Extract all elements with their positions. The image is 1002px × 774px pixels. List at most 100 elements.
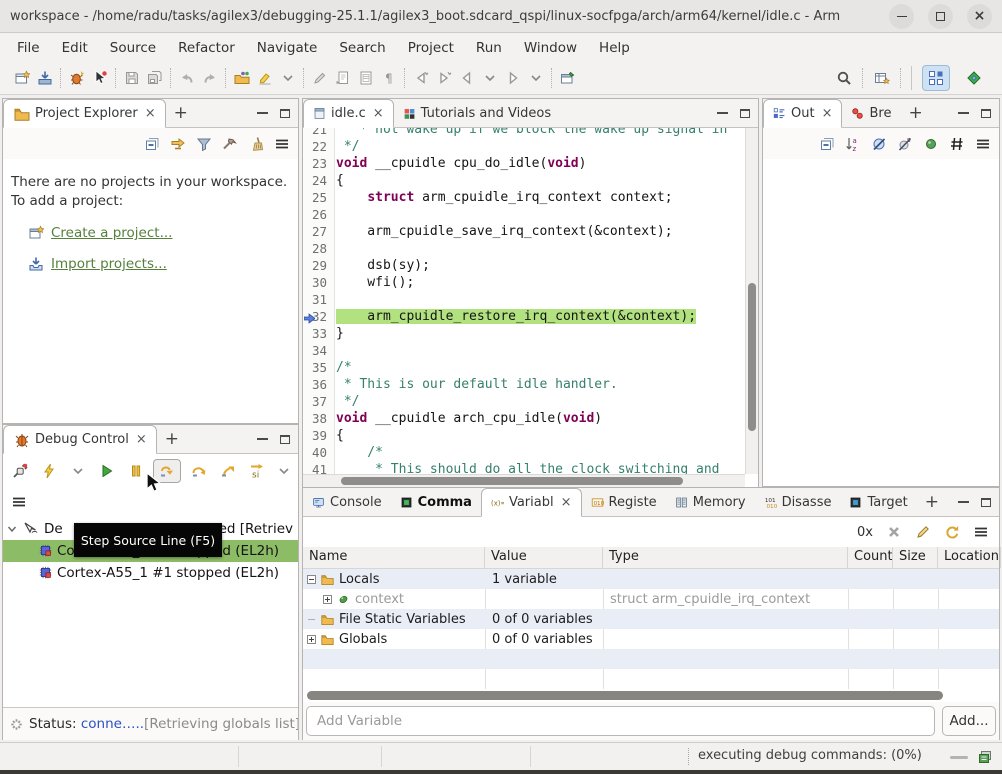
expander-plus-icon[interactable] (307, 634, 316, 644)
column-header-type[interactable]: Type (603, 547, 848, 568)
minimize-view-icon[interactable] (958, 501, 969, 503)
new-view-tab-button[interactable]: + (900, 99, 930, 127)
save-icon[interactable] (123, 70, 140, 87)
background-jobs-icon[interactable] (976, 748, 993, 765)
tab-registe[interactable]: 010 Registe (582, 488, 666, 516)
code-line-38[interactable]: 38 void __cpuidle arch_cpu_idle(void) (303, 410, 745, 427)
code-line-33[interactable]: 33} (303, 325, 745, 342)
menu-refactor[interactable]: Refactor (167, 37, 246, 59)
pilcrow-icon[interactable]: ¶ (380, 70, 397, 87)
code-line-29[interactable]: 29 dsb(sy); (303, 257, 745, 274)
line-number[interactable]: 23 (303, 155, 335, 172)
line-number[interactable]: 28 (303, 240, 335, 257)
column-header-name[interactable]: Name (303, 547, 485, 568)
maximize-window-button[interactable] (928, 3, 953, 29)
flash-button[interactable] (38, 459, 60, 483)
add-variable-input[interactable] (306, 706, 935, 736)
tab-disasse[interactable]: 101 010 Disasse (755, 488, 841, 516)
c-perspective-button[interactable] (960, 65, 988, 91)
edit-pen-icon[interactable] (914, 524, 931, 541)
build-icon[interactable] (221, 135, 238, 152)
tab-project-explorer[interactable]: Project Explorer × (3, 99, 166, 128)
minimize-view-icon[interactable] (717, 112, 728, 114)
mark-occurrences-icon[interactable] (256, 70, 273, 87)
close-window-button[interactable]: × (967, 3, 992, 29)
refresh-icon[interactable] (943, 524, 960, 541)
editor-vertical-scrollbar[interactable] (745, 128, 758, 474)
code-editor[interactable]: 21 * not wake up if we block the wake up… (303, 128, 758, 487)
line-number[interactable]: 32 (303, 308, 335, 325)
column-header-size[interactable]: Size (893, 547, 938, 568)
maximize-view-icon[interactable] (740, 108, 750, 118)
tab-bre[interactable]: Bre (842, 99, 900, 127)
import-icon[interactable] (36, 70, 53, 87)
table-row-locals[interactable]: Locals 1 variable (303, 569, 999, 589)
open-element-icon[interactable] (233, 70, 250, 87)
tab-memory[interactable]: Memory (666, 488, 755, 516)
close-icon[interactable]: × (822, 106, 833, 121)
record-pointer-icon[interactable] (91, 70, 108, 87)
code-line-37[interactable]: 37 */ (303, 393, 745, 410)
hex-format-toggle[interactable]: 0x (857, 525, 873, 540)
menu-project[interactable]: Project (397, 37, 465, 59)
debug-icon[interactable] (68, 70, 85, 87)
back-icon[interactable] (458, 70, 475, 87)
table-row-context[interactable]: context struct arm_cpuidle_irq_context (303, 589, 999, 609)
maximize-view-icon[interactable] (981, 497, 991, 507)
minimize-view-icon[interactable] (958, 112, 969, 114)
expander-minus-icon[interactable] (307, 574, 316, 584)
save-all-icon[interactable] (146, 70, 163, 87)
search-icon[interactable] (835, 70, 852, 87)
open-perspective-icon[interactable] (873, 70, 890, 87)
hide-static-icon[interactable]: s (896, 135, 913, 152)
minimize-window-button[interactable] (889, 3, 914, 29)
hash-icon[interactable] (948, 135, 965, 152)
line-number[interactable]: 22 (303, 138, 335, 155)
link-with-editor-icon[interactable] (169, 135, 186, 152)
delete-icon[interactable] (885, 524, 902, 541)
tab-idle-c[interactable]: idle.c × (303, 99, 394, 128)
line-number[interactable]: 34 (303, 342, 335, 359)
view-menu-icon[interactable] (972, 524, 989, 541)
step-out-button[interactable] (217, 459, 239, 483)
close-icon[interactable]: × (373, 106, 384, 121)
menu-search[interactable]: Search (328, 37, 396, 59)
menu-source[interactable]: Source (99, 37, 167, 59)
column-header-location[interactable]: Location (938, 547, 1001, 568)
line-number[interactable]: 24 (303, 172, 335, 189)
code-line-27[interactable]: 27 arm_cpuidle_save_irq_context(&context… (303, 223, 745, 240)
code-line-39[interactable]: 39{ (303, 427, 745, 444)
forward-icon[interactable] (504, 70, 521, 87)
code-line-23[interactable]: 23 void __cpuidle cpu_do_idle(void) (303, 155, 745, 172)
line-number[interactable]: 29 (303, 257, 335, 274)
filter-icon[interactable] (195, 135, 212, 152)
line-number[interactable]: 33 (303, 325, 335, 342)
editor-horizontal-scrollbar[interactable] (303, 474, 745, 487)
tab-console[interactable]: Console (303, 488, 391, 516)
code-line-25[interactable]: 25 struct arm_cpuidle_irq_context contex… (303, 189, 745, 206)
last-edit-back-icon[interactable] (412, 70, 429, 87)
chevron-down-icon[interactable] (481, 70, 498, 87)
tab-comma[interactable]: Comma (391, 488, 481, 516)
view-menu-icon[interactable] (273, 135, 290, 152)
line-number[interactable]: 27 (303, 223, 335, 240)
close-icon[interactable]: × (561, 495, 572, 510)
menu-window[interactable]: Window (513, 37, 588, 59)
code-line-26[interactable]: 26 (303, 206, 745, 223)
tab-tutorials-and-videos[interactable]: Tutorials and Videos (394, 99, 560, 127)
minimize-view-icon[interactable] (257, 438, 268, 440)
line-number[interactable]: 21 (303, 128, 335, 138)
maximize-view-icon[interactable] (981, 108, 991, 118)
maximize-view-icon[interactable] (280, 108, 290, 118)
view-menu-icon[interactable] (10, 493, 27, 510)
linked-doc-icon[interactable] (334, 70, 351, 87)
code-line-21[interactable]: 21 * not wake up if we block the wake up… (303, 128, 745, 138)
line-number[interactable]: 37 (303, 393, 335, 410)
maximize-view-icon[interactable] (280, 434, 290, 444)
format-pencil-icon[interactable] (311, 70, 328, 87)
debug-perspective-button[interactable] (922, 65, 950, 91)
code-line-40[interactable]: 40 /* (303, 444, 745, 461)
new-view-tab-button[interactable]: + (157, 425, 187, 453)
menu-navigate[interactable]: Navigate (246, 37, 329, 59)
menu-help[interactable]: Help (588, 37, 641, 59)
